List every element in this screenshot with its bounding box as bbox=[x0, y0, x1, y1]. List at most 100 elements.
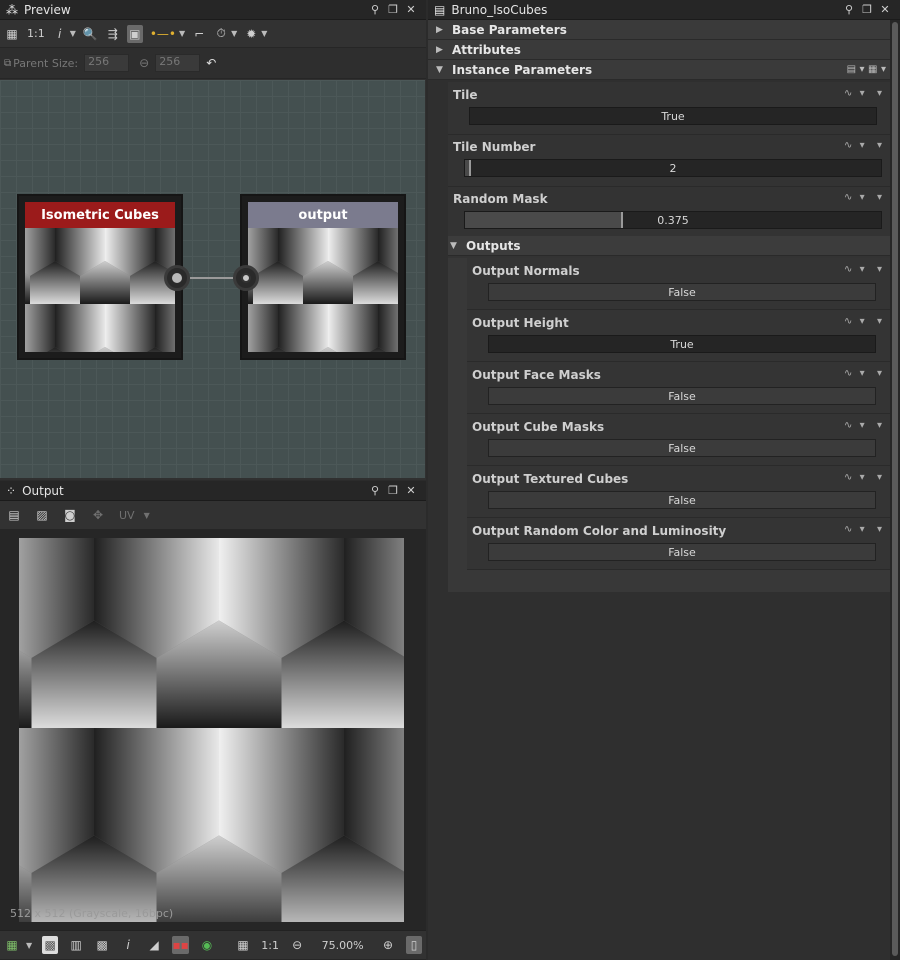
search-icon[interactable]: 🔍 bbox=[82, 25, 99, 43]
close-icon[interactable]: ✕ bbox=[876, 3, 894, 16]
param-label: Output Random Color and Luminosity bbox=[472, 524, 727, 538]
color-wheel-icon[interactable]: ◉ bbox=[199, 936, 215, 954]
section-outputs[interactable]: ▼ Outputs bbox=[448, 236, 890, 256]
output-toggle[interactable]: False bbox=[488, 387, 876, 405]
chevron-down-icon[interactable]: ▼ bbox=[144, 511, 150, 520]
viewer-bottom-bar: ▦ ▼ ▩ ▥ ▩ i ◢ ▪▪ ◉ ▦ 1:1 ⊖ 75.00% ⊕ ▯ bbox=[0, 930, 426, 960]
output-toggle[interactable]: False bbox=[488, 543, 876, 561]
param-menu-icon[interactable]: ∿ ▾ ▾ bbox=[844, 316, 884, 327]
param-menu-icon[interactable]: ∿ ▾ ▾ bbox=[844, 88, 884, 99]
param-menu-icon[interactable]: ∿ ▾ ▾ bbox=[844, 264, 884, 275]
chevron-right-icon: ▶ bbox=[436, 44, 443, 55]
info-icon[interactable]: i bbox=[120, 936, 136, 954]
link-icon[interactable]: ⊖ bbox=[139, 56, 149, 70]
input-port[interactable] bbox=[233, 265, 259, 291]
slider-fill bbox=[465, 212, 623, 228]
uv-button[interactable]: UV bbox=[118, 506, 136, 524]
output-toggle[interactable]: False bbox=[488, 283, 876, 301]
ratio-button[interactable]: 1:1 bbox=[261, 936, 279, 954]
param-label: Output Normals bbox=[472, 264, 580, 278]
frame-all-icon[interactable]: ▦ bbox=[4, 25, 20, 43]
camera-icon[interactable]: ◙ bbox=[62, 506, 78, 524]
image-viewport[interactable]: 512 x 512 (Grayscale, 16bpc) bbox=[0, 530, 426, 930]
output-toggle[interactable]: False bbox=[488, 491, 876, 509]
compare-icon[interactable]: ▤ bbox=[6, 506, 22, 524]
param-menu-icon[interactable]: ∿ ▾ ▾ bbox=[844, 524, 884, 535]
preset-icons[interactable]: ▤ ▾ ▦ ▾ bbox=[847, 64, 886, 75]
param-menu-icon[interactable]: ∿ ▾ ▾ bbox=[844, 140, 884, 151]
param-label: Output Cube Masks bbox=[472, 420, 605, 434]
node-isometric-cubes[interactable]: Isometric Cubes bbox=[17, 194, 183, 360]
section-instance-parameters[interactable]: ▼ Instance Parameters ▤ ▾ ▦ ▾ bbox=[428, 60, 890, 80]
rgb-channels-icon[interactable]: ▥ bbox=[68, 936, 84, 954]
viewer-icon: ⁘ bbox=[6, 483, 17, 498]
output-port[interactable] bbox=[164, 265, 190, 291]
panel-title: Preview bbox=[24, 2, 71, 17]
info-icon[interactable]: i bbox=[52, 25, 68, 43]
param-menu-icon[interactable]: ∿ ▾ ▾ bbox=[844, 472, 884, 483]
channels-icon[interactable]: ✥ bbox=[90, 506, 106, 524]
histogram-icon[interactable]: ◢ bbox=[146, 936, 162, 954]
outputs-list: Output Normals ∿ ▾ ▾ False Output Height ∿ ▾… bbox=[448, 258, 890, 592]
properties-content: ▶ Base Parameters ▶ Attributes ▼ Instanc… bbox=[428, 20, 890, 960]
panel-title: Output bbox=[22, 483, 64, 498]
divider bbox=[467, 569, 890, 570]
chevron-down-icon[interactable]: ▼ bbox=[261, 29, 267, 38]
chevron-down-icon[interactable]: ▼ bbox=[179, 29, 185, 38]
chevron-down-icon[interactable]: ▼ bbox=[70, 29, 76, 38]
graph-canvas[interactable]: Isometric Cubes output bbox=[0, 80, 425, 478]
preview-toolbar: ▦ 1:1 i ▼ 🔍 ⇶ ▣ •—• ▼ ⌐ ⏱ ▼ ✹ ▼ bbox=[0, 20, 426, 48]
chevron-down-icon[interactable]: ▼ bbox=[231, 29, 237, 38]
frame-icon[interactable]: ▦ bbox=[235, 936, 251, 954]
parent-size-label: Parent Size: bbox=[13, 56, 79, 70]
link-style-icon[interactable]: •—• bbox=[149, 25, 177, 43]
chevron-right-icon: ▶ bbox=[436, 24, 443, 35]
color-channels-icon[interactable]: ▦ bbox=[4, 936, 20, 954]
chevron-down-icon[interactable]: ▼ bbox=[26, 941, 32, 950]
pin-icon[interactable]: ⚲ bbox=[840, 3, 858, 16]
timer-icon[interactable]: ⏱ bbox=[213, 25, 229, 43]
scrollbar[interactable] bbox=[890, 20, 900, 960]
settings-icon[interactable]: ✹ bbox=[243, 25, 259, 43]
node-output[interactable]: output bbox=[240, 194, 406, 360]
close-icon[interactable]: ✕ bbox=[402, 3, 420, 16]
param-tile: Tile ∿ ▾ ▾ True bbox=[448, 82, 890, 134]
zoom-in-icon[interactable]: ⊕ bbox=[380, 936, 396, 954]
properties-titlebar: ▤ Bruno_IsoCubes ⚲ ❐ ✕ bbox=[428, 0, 900, 20]
section-base-parameters[interactable]: ▶ Base Parameters bbox=[428, 20, 890, 40]
rgb-toggle-icon[interactable]: ▪▪ bbox=[172, 936, 190, 954]
float-icon[interactable]: ❐ bbox=[858, 3, 876, 16]
float-icon[interactable]: ❐ bbox=[384, 3, 402, 16]
output-toolbar: ▤ ▨ ◙ ✥ UV ▼ bbox=[0, 501, 426, 530]
height-field[interactable]: 256 bbox=[155, 54, 201, 72]
tiling-icon[interactable]: ▩ bbox=[94, 936, 110, 954]
param-menu-icon[interactable]: ∿ ▾ ▾ bbox=[844, 192, 884, 203]
output-toggle[interactable]: False bbox=[488, 439, 876, 457]
float-icon[interactable]: ❐ bbox=[384, 484, 402, 497]
output-toggle[interactable]: True bbox=[488, 335, 876, 353]
scrollbar-thumb[interactable] bbox=[892, 22, 898, 956]
random-mask-slider[interactable]: 0.375 bbox=[464, 211, 882, 229]
close-icon[interactable]: ✕ bbox=[402, 484, 420, 497]
layout-icon[interactable]: ⇶ bbox=[105, 25, 121, 43]
section-attributes[interactable]: ▶ Attributes bbox=[428, 40, 890, 60]
reset-icon[interactable]: ↶ bbox=[206, 56, 216, 70]
zoom-out-icon[interactable]: ⊖ bbox=[289, 936, 305, 954]
width-field[interactable]: 256 bbox=[84, 54, 130, 72]
parent-size-bar: ⧉ Parent Size: 256 ⊖ 256 ↶ bbox=[0, 48, 426, 79]
image-info: 512 x 512 (Grayscale, 16bpc) bbox=[10, 907, 174, 920]
param-menu-icon[interactable]: ∿ ▾ ▾ bbox=[844, 368, 884, 379]
save-icon[interactable]: ▨ bbox=[34, 506, 50, 524]
zoom-level[interactable]: 75.00% bbox=[315, 939, 370, 952]
display-mode-icon[interactable]: ▣ bbox=[126, 24, 143, 43]
lock-icon[interactable]: ▯ bbox=[406, 936, 422, 954]
instance-parameters-body: Tile ∿ ▾ ▾ True Tile Number ∿ ▾ ▾ 2 Rand… bbox=[448, 82, 890, 592]
tile-number-slider[interactable]: 2 bbox=[464, 159, 882, 177]
pin-icon[interactable]: ⚲ bbox=[366, 484, 384, 497]
pin-icon[interactable]: ⚲ bbox=[366, 3, 384, 16]
ratio-button[interactable]: 1:1 bbox=[26, 25, 46, 43]
tile-toggle[interactable]: True bbox=[469, 107, 877, 125]
orthogonal-link-icon[interactable]: ⌐ bbox=[191, 25, 207, 43]
param-menu-icon[interactable]: ∿ ▾ ▾ bbox=[844, 420, 884, 431]
checker-icon[interactable]: ▩ bbox=[42, 936, 59, 954]
